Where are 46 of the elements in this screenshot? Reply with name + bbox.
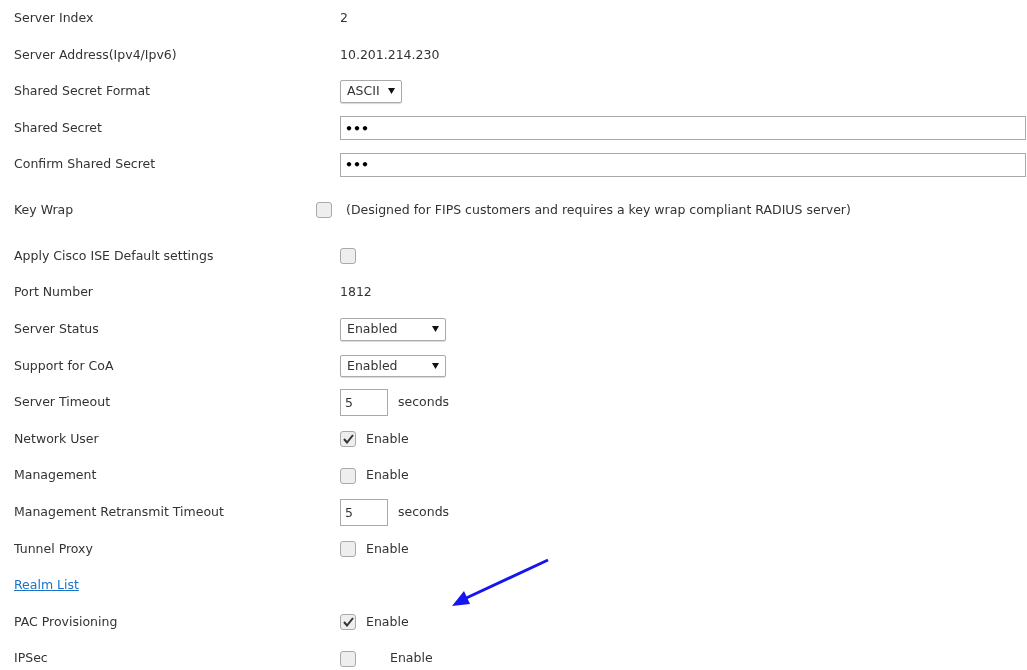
field-value: 1812 [340, 283, 372, 302]
field-label: Key Wrap [14, 201, 75, 220]
input-field[interactable]: 5 [340, 498, 388, 526]
unit-label: seconds [398, 503, 450, 522]
field-label: Server Index [14, 8, 95, 27]
checkbox-label: Enable [366, 612, 409, 631]
field-label: PAC Provisioning [14, 612, 119, 631]
realm-list-link[interactable]: Realm List [14, 576, 79, 595]
checkbox[interactable] [340, 541, 356, 557]
field-label: Port Number [14, 283, 94, 302]
input-field[interactable]: 5 [340, 389, 388, 417]
field-label: Shared Secret Format [14, 82, 151, 101]
checkbox-label: Enable [366, 539, 409, 558]
field-value: 10.201.214.230 [340, 45, 440, 64]
checkbox[interactable] [340, 431, 356, 448]
input-field[interactable]: ••• [340, 116, 1026, 141]
field-label: Tunnel Proxy [14, 539, 94, 558]
field-label: Apply Cisco ISE Default settings [14, 246, 215, 265]
field-label: Server Status [14, 320, 100, 339]
caret-icon [432, 326, 439, 333]
checkbox-label: (Designed for FIPS customers and requires a key wrap compliant RADIUS server) [346, 201, 851, 220]
caret-icon [387, 88, 395, 95]
field-label: Server Address(Ipv4/Ipv6) [14, 45, 178, 64]
input-field[interactable]: ••• [340, 152, 1026, 177]
field-label: Management Retransmit Timeout [14, 503, 225, 522]
checkbox-label: Enable [390, 649, 433, 668]
field-label: Shared Secret [14, 118, 103, 137]
field-label: Support for CoA [14, 356, 115, 375]
field-label: Confirm Shared Secret [14, 155, 157, 174]
dropdown[interactable]: Enabled [340, 354, 446, 378]
checkbox[interactable] [340, 248, 356, 265]
dropdown[interactable]: ASCII [340, 80, 402, 103]
checkbox-label: Enable [366, 466, 409, 485]
field-label: Server Timeout [14, 393, 112, 412]
caret-icon [432, 363, 439, 370]
checkbox[interactable] [340, 614, 356, 631]
checkbox-label: Enable [366, 429, 409, 448]
field-label: IPSec [14, 649, 49, 668]
unit-label: seconds [398, 393, 450, 412]
field-label: Network User [14, 429, 100, 448]
checkbox[interactable] [340, 650, 356, 667]
field-value: 2 [340, 8, 348, 27]
checkbox[interactable] [316, 202, 332, 219]
dropdown[interactable]: Enabled [340, 318, 446, 341]
checkbox[interactable] [340, 467, 356, 484]
field-label: Management [14, 466, 98, 485]
